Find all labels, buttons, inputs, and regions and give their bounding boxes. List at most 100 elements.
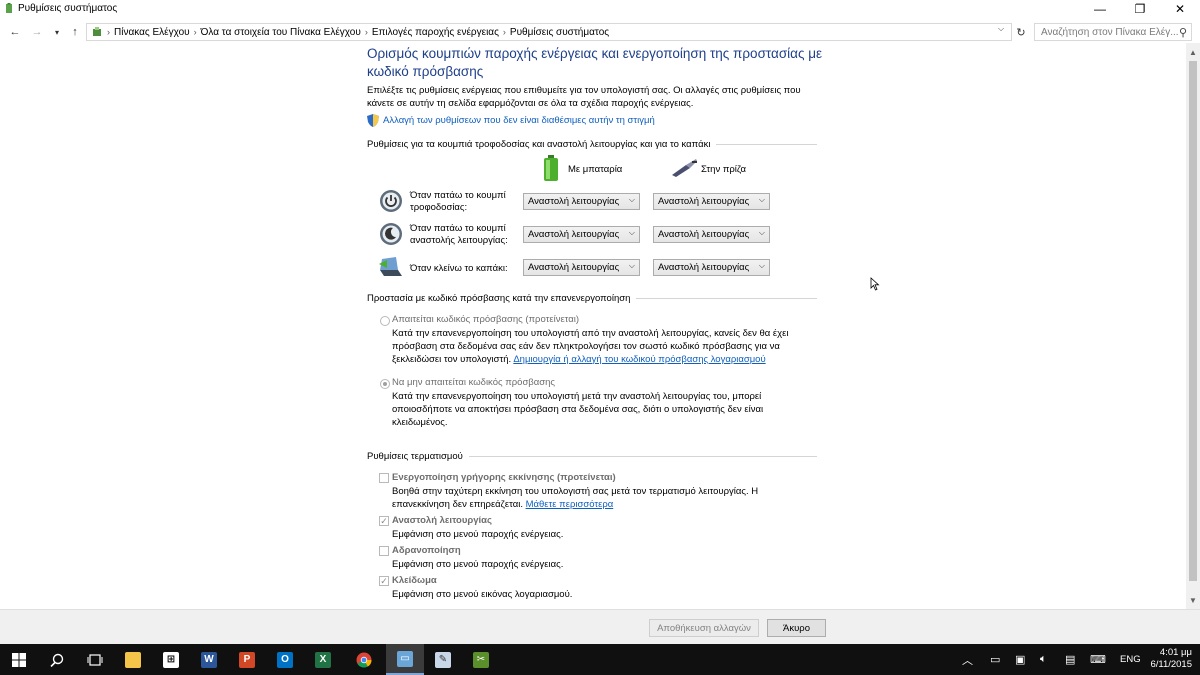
breadcrumb-power-options[interactable]: Επιλογές παροχής ενέργειας — [372, 27, 499, 38]
chevron-down-icon: ⌵ — [758, 195, 765, 204]
snipping-tool-icon: ✂ — [473, 651, 489, 668]
up-button[interactable]: ↑ — [68, 25, 82, 39]
word-button[interactable]: W — [190, 644, 228, 675]
lid-plugged-select[interactable]: Αναστολή λειτουργίας ⌵ — [653, 259, 770, 276]
sleep-button-plugged-value: Αναστολή λειτουργίας — [658, 229, 750, 240]
network-tray-icon[interactable]: ▣ — [1015, 644, 1025, 675]
task-view-icon — [87, 653, 103, 666]
task-view-button[interactable] — [76, 644, 114, 675]
powerpoint-button[interactable]: P — [228, 644, 266, 675]
breadcrumb-control-panel[interactable]: Πίνακας Ελέγχου — [114, 27, 190, 38]
volume-tray-icon[interactable]: 🔈︎ — [1040, 644, 1047, 675]
outlook-icon: O — [277, 651, 293, 668]
cancel-button[interactable]: Άκυρο — [767, 619, 826, 637]
battery-tray-icon[interactable]: ▭ — [990, 644, 1000, 675]
clock-time: 4:01 μμ — [1159, 647, 1192, 658]
battery-icon — [544, 155, 558, 181]
lock-description: Εμφάνιση στο μενού εικόνας λογαριασμού. — [392, 589, 573, 600]
language-indicator[interactable]: ENG — [1120, 644, 1141, 675]
change-unavailable-settings-link[interactable]: Αλλαγή των ρυθμίσεων που δεν είναι διαθέ… — [383, 115, 655, 126]
system-clock[interactable]: 4:01 μμ 6/11/2015 — [1150, 647, 1192, 671]
action-center-icon[interactable]: ▤ — [1065, 644, 1075, 675]
lid-plugged-value: Αναστολή λειτουργίας — [658, 262, 750, 273]
uac-shield-icon — [367, 114, 379, 127]
chevron-down-icon: ⌵ — [628, 195, 635, 204]
forward-button[interactable]: → — [30, 25, 44, 39]
page-title: Ορισμός κουμπιών παροχής ενέργειας και ε… — [367, 46, 823, 79]
checkmark-icon: ✓ — [380, 516, 388, 526]
keyboard-tray-icon[interactable]: ⌨ — [1090, 644, 1106, 675]
control-panel-icon — [93, 27, 101, 36]
fast-startup-label: Ενεργοποίηση γρήγορης εκκίνησης (προτείν… — [392, 472, 616, 483]
scrollbar-thumb[interactable] — [1189, 61, 1197, 581]
laptop-lid-icon — [379, 257, 402, 276]
no-password-label: Να μην απαιτείται κωδικός πρόσβασης — [392, 377, 555, 388]
shutdown-section-heading: Ρυθμίσεις τερματισμού — [367, 451, 817, 462]
search-placeholder: Αναζήτηση στον Πίνακα Ελέγ... — [1041, 27, 1179, 38]
magnifier-icon — [50, 653, 64, 667]
power-button-battery-value: Αναστολή λειτουργίας — [528, 196, 620, 207]
require-password-radio[interactable] — [380, 316, 390, 326]
maximize-button[interactable]: ❐ — [1120, 0, 1160, 18]
folder-icon — [125, 651, 141, 668]
save-changes-button[interactable]: Αποθήκευση αλλαγών — [649, 619, 759, 637]
no-password-radio[interactable] — [380, 379, 390, 389]
start-button[interactable] — [0, 644, 38, 675]
lock-checkbox[interactable]: ✓ — [379, 576, 389, 586]
outlook-button[interactable]: O — [266, 644, 304, 675]
require-password-description: Κατά την επανενεργοποίηση του υπολογιστή… — [392, 327, 812, 366]
lid-battery-select[interactable]: Αναστολή λειτουργίας ⌵ — [523, 259, 640, 276]
excel-button[interactable]: X — [304, 644, 342, 675]
store-button[interactable]: ⊞ — [152, 644, 190, 675]
search-input[interactable]: Αναζήτηση στον Πίνακα Ελέγ... ⚲ — [1034, 23, 1192, 41]
hibernate-checkbox[interactable] — [379, 546, 389, 556]
power-buttons-heading-text: Ρυθμίσεις για τα κουμπιά τροφοδοσίας και… — [367, 139, 711, 150]
breadcrumb[interactable]: › Πίνακας Ελέγχου › Όλα τα στοιχεία του … — [86, 23, 1012, 41]
power-button-plugged-select[interactable]: Αναστολή λειτουργίας ⌵ — [653, 193, 770, 210]
vertical-scrollbar[interactable]: ▲ ▼ — [1186, 43, 1200, 609]
chevron-down-icon: ⌵ — [628, 261, 635, 270]
sleep-button-battery-select[interactable]: Αναστολή λειτουργίας ⌵ — [523, 226, 640, 243]
learn-more-link[interactable]: Μάθετε περισσότερα — [526, 499, 614, 510]
back-button[interactable]: ← — [8, 25, 22, 39]
recent-locations-button[interactable]: ▾ — [50, 25, 64, 39]
battery-column-header: Με μπαταρία — [568, 164, 623, 175]
search-taskbar-button[interactable] — [38, 644, 76, 675]
power-options-icon — [6, 3, 12, 13]
minimize-button[interactable]: — — [1080, 0, 1120, 18]
breadcrumb-all-items[interactable]: Όλα τα στοιχεία του Πίνακα Ελέγχου — [201, 27, 361, 38]
paint-button[interactable]: ✎ — [424, 644, 462, 675]
power-button-battery-select[interactable]: Αναστολή λειτουργίας ⌵ — [523, 193, 640, 210]
power-button-icon — [380, 190, 402, 212]
refresh-button[interactable]: ↻ — [1013, 24, 1029, 40]
breadcrumb-system-settings[interactable]: Ρυθμίσεις συστήματος — [510, 27, 609, 38]
page-intro: Επιλέξτε τις ρυθμίσεις ενέργειας που επι… — [367, 85, 801, 109]
mouse-cursor-icon — [870, 277, 880, 291]
plug-icon — [672, 159, 697, 177]
lid-row-label: Όταν κλείνω το καπάκι: — [410, 263, 508, 274]
content-area: Ορισμός κουμπιών παροχής ενέργειας και ε… — [0, 43, 1186, 609]
chevron-up-icon: ︿ — [962, 654, 973, 667]
snipping-tool-button[interactable]: ✂ — [462, 644, 500, 675]
show-hidden-icons-button[interactable]: ︿ — [962, 644, 973, 675]
chrome-button[interactable] — [345, 644, 383, 675]
control-panel-taskbar-button[interactable]: ▭ — [386, 644, 424, 675]
sleep-button-plugged-select[interactable]: Αναστολή λειτουργίας ⌵ — [653, 226, 770, 243]
file-explorer-button[interactable] — [114, 644, 152, 675]
sleep-checkbox[interactable]: ✓ — [379, 516, 389, 526]
checkmark-icon: ✓ — [380, 576, 388, 586]
scroll-up-icon[interactable]: ▲ — [1186, 45, 1200, 59]
sleep-label: Αναστολή λειτουργίας — [392, 515, 492, 526]
scroll-down-icon[interactable]: ▼ — [1186, 593, 1200, 607]
control-panel-icon: ▭ — [397, 650, 413, 667]
word-icon: W — [201, 651, 217, 668]
address-dropdown-icon[interactable]: ⌵ — [998, 24, 1004, 34]
create-change-password-link[interactable]: Δημιουργία ή αλλαγή του κωδικού πρόσβαση… — [513, 354, 765, 365]
paint-palette-icon: ✎ — [435, 651, 451, 668]
power-button-plugged-value: Αναστολή λειτουργίας — [658, 196, 750, 207]
close-button[interactable]: ✕ — [1160, 0, 1200, 18]
fast-startup-checkbox[interactable] — [379, 473, 389, 483]
hibernate-description: Εμφάνιση στο μενού παροχής ενέργειας. — [392, 559, 564, 570]
excel-icon: X — [315, 651, 331, 668]
plugged-in-column-header: Στην πρίζα — [701, 164, 746, 175]
